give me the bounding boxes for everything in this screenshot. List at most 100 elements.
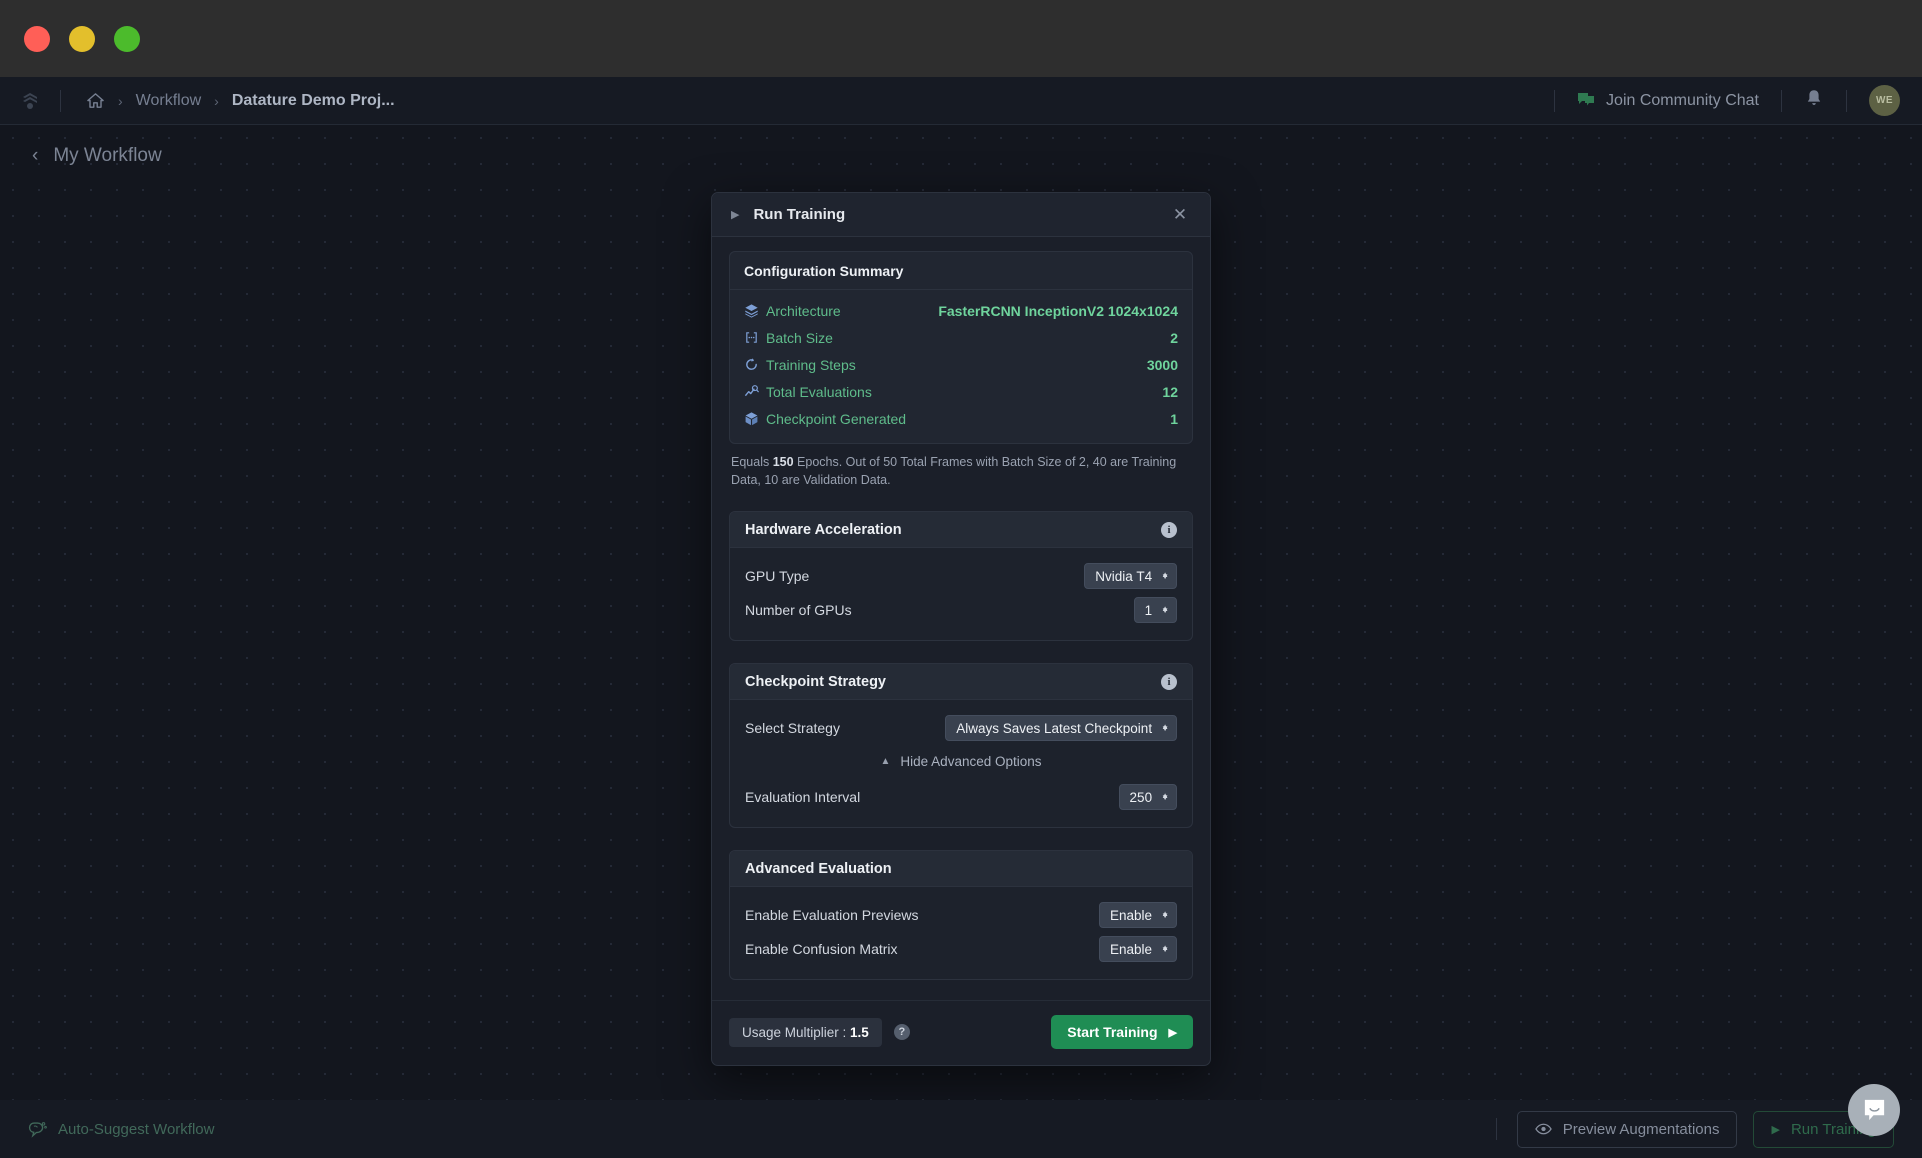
summary-row-training-steps: Training Steps 3000 [744, 351, 1178, 378]
play-triangle-icon: ▶ [1771, 1123, 1780, 1136]
play-triangle-icon: ▶ [731, 209, 740, 221]
evaluation-previews-value: Enable [1110, 907, 1153, 923]
gpu-type-value: Nvidia T4 [1095, 568, 1153, 584]
summary-row-checkpoint-generated: Checkpoint Generated 1 [744, 405, 1178, 432]
configuration-summary-note: Equals 150 Epochs. Out of 50 Total Frame… [729, 444, 1193, 489]
advanced-evaluation-header: Advanced Evaluation [730, 851, 1192, 888]
stepper-chevrons-icon: ▲ ▼ [1161, 791, 1169, 803]
window-maximize-button[interactable] [114, 25, 140, 52]
hardware-acceleration-title: Hardware Acceleration [745, 521, 902, 538]
modal-body: Configuration Summary Architecture Faste… [712, 237, 1210, 981]
summary-value-training-steps: 3000 [1146, 356, 1178, 373]
confusion-matrix-label: Enable Confusion Matrix [745, 941, 898, 958]
info-icon[interactable]: i [1161, 521, 1177, 538]
datature-logo-icon [23, 92, 37, 109]
summary-value-checkpoint-generated: 1 [1170, 410, 1178, 427]
cube-icon [744, 411, 766, 426]
number-of-gpus-stepper[interactable]: 1 ▲ ▼ [1133, 597, 1177, 624]
configuration-summary-title: Configuration Summary [730, 252, 1192, 290]
usage-multiplier-badge: Usage Multiplier : 1.5 [729, 1017, 882, 1047]
bell-icon[interactable] [1804, 88, 1824, 114]
summary-value-batch-size: 2 [1170, 329, 1178, 346]
layers-icon [744, 303, 766, 318]
chat-support-button[interactable] [1848, 1084, 1900, 1136]
evaluation-previews-select[interactable]: Enable ▲ ▼ [1099, 902, 1177, 929]
avatar[interactable]: WE [1869, 85, 1900, 116]
chart-search-icon [744, 384, 766, 399]
bottom-right-group: Preview Augmentations ▶ Run Training [1476, 1110, 1894, 1148]
modal-title: Run Training [753, 206, 846, 223]
advanced-evaluation-section: Advanced Evaluation Enable Evaluation Pr… [729, 850, 1193, 981]
join-community-chat-label: Join Community Chat [1606, 91, 1759, 109]
usage-multiplier-label: Usage Multiplier : [742, 1024, 851, 1040]
hide-advanced-options-label: Hide Advanced Options [900, 754, 1042, 770]
field-row-number-of-gpus: Number of GPUs 1 ▲ ▼ [745, 593, 1177, 627]
hardware-acceleration-section: Hardware Acceleration i GPU Type Nvidia … [729, 511, 1193, 642]
field-row-evaluation-interval: Evaluation Interval 250 ▲ ▼ [745, 780, 1177, 814]
usage-multiplier-value: 1.5 [850, 1024, 869, 1040]
select-chevrons-icon: ▲ ▼ [1161, 909, 1169, 921]
configuration-summary-card: Configuration Summary Architecture Faste… [729, 251, 1193, 444]
select-strategy-select[interactable]: Always Saves Latest Checkpoint ▲ ▼ [945, 715, 1177, 742]
play-triangle-icon: ▶ [1168, 1026, 1177, 1039]
select-chevrons-icon: ▲ ▼ [1161, 570, 1169, 582]
note-prefix: Equals [731, 455, 773, 469]
breadcrumb: › Workflow › Datature Demo Proj... [61, 91, 395, 110]
confusion-matrix-value: Enable [1110, 941, 1153, 957]
gpu-type-select[interactable]: Nvidia T4 ▲ ▼ [1084, 563, 1177, 590]
chat-smile-icon [1864, 1099, 1884, 1121]
summary-label-batch-size: Batch Size [766, 329, 833, 346]
gpu-type-label: GPU Type [745, 568, 810, 585]
start-training-button[interactable]: Start Training ▶ [1051, 1015, 1193, 1050]
breadcrumb-item-project[interactable]: Datature Demo Proj... [232, 92, 395, 110]
hardware-acceleration-header: Hardware Acceleration i [730, 512, 1192, 549]
preview-augmentations-button[interactable]: Preview Augmentations [1516, 1110, 1738, 1148]
nav-divider-4 [1846, 89, 1847, 112]
advanced-evaluation-title: Advanced Evaluation [745, 860, 892, 877]
select-chevrons-icon: ▲ ▼ [1161, 722, 1169, 734]
breadcrumb-separator-1: › [118, 92, 123, 109]
checkpoint-strategy-title: Checkpoint Strategy [745, 673, 886, 690]
breadcrumb-separator-2: › [214, 92, 219, 109]
auto-suggest-workflow-button[interactable]: Auto-Suggest Workflow [28, 1121, 214, 1138]
window-minimize-button[interactable] [69, 25, 95, 52]
checkpoint-strategy-section: Checkpoint Strategy i Select Strategy Al… [729, 663, 1193, 829]
field-row-confusion-matrix: Enable Confusion Matrix Enable ▲ ▼ [745, 932, 1177, 966]
summary-row-batch-size: Batch Size 2 [744, 324, 1178, 351]
home-icon[interactable] [86, 91, 105, 110]
app-logo[interactable] [0, 90, 60, 112]
select-strategy-label: Select Strategy [745, 720, 840, 737]
evaluation-previews-label: Enable Evaluation Previews [745, 907, 919, 924]
field-row-evaluation-previews: Enable Evaluation Previews Enable ▲ ▼ [745, 898, 1177, 932]
close-icon[interactable]: ✕ [1169, 204, 1191, 226]
select-chevrons-icon: ▲ ▼ [1161, 943, 1169, 955]
join-community-chat-button[interactable]: Join Community Chat [1577, 92, 1759, 110]
question-mark-icon[interactable]: ? [893, 1024, 910, 1041]
preview-augmentations-label: Preview Augmentations [1562, 1120, 1720, 1138]
nav-divider-3 [1781, 89, 1782, 112]
confusion-matrix-select[interactable]: Enable ▲ ▼ [1099, 936, 1177, 963]
chevron-up-icon: ▲ [880, 756, 891, 768]
modal-footer: Usage Multiplier : 1.5 ? Start Training … [712, 1000, 1210, 1065]
summary-label-total-evaluations: Total Evaluations [766, 383, 872, 400]
breadcrumb-item-workflow[interactable]: Workflow [136, 92, 202, 110]
info-icon[interactable]: i [1161, 673, 1177, 690]
number-of-gpus-label: Number of GPUs [745, 602, 852, 619]
summary-row-architecture: Architecture FasterRCNN InceptionV2 1024… [744, 297, 1178, 324]
note-suffix: Epochs. Out of 50 Total Frames with Batc… [731, 455, 1177, 488]
evaluation-interval-label: Evaluation Interval [745, 789, 861, 806]
nav-right-group: Join Community Chat WE [1532, 77, 1922, 124]
checkpoint-strategy-body: Select Strategy Always Saves Latest Chec… [730, 700, 1192, 827]
nav-divider-2 [1554, 89, 1556, 112]
bottom-toolbar: Auto-Suggest Workflow Preview Augmentati… [0, 1100, 1922, 1158]
hide-advanced-options-toggle[interactable]: ▲ Hide Advanced Options [745, 745, 1177, 780]
chevron-left-icon: ‹ [32, 145, 39, 166]
window-close-button[interactable] [24, 25, 50, 52]
back-to-my-workflow-link[interactable]: ‹ My Workflow [32, 145, 162, 167]
field-row-gpu-type: GPU Type Nvidia T4 ▲ ▼ [745, 559, 1177, 593]
summary-label-training-steps: Training Steps [766, 356, 856, 373]
batch-brackets-icon [744, 330, 766, 345]
evaluation-interval-stepper[interactable]: 250 ▲ ▼ [1118, 784, 1177, 811]
note-epochs-value: 150 [772, 455, 794, 469]
modal-header: ▶ Run Training ✕ [712, 193, 1210, 237]
